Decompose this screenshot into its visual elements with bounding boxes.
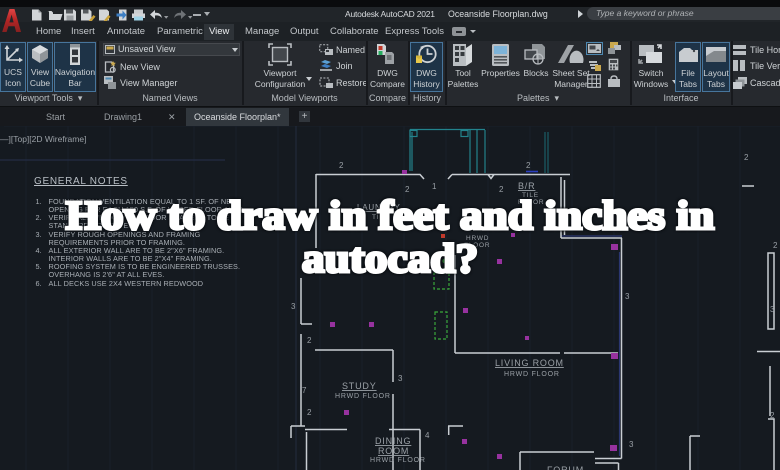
svg-text:3: 3 [398,374,403,383]
svg-text:HRWD FLOOR: HRWD FLOOR [370,457,426,464]
svg-text:B/R: B/R [518,181,535,191]
svg-text:2: 2 [339,161,344,170]
svg-text:STUDY: STUDY [342,381,377,391]
svg-text:3: 3 [629,440,634,449]
svg-text:2: 2 [307,336,312,345]
svg-text:7: 7 [302,386,307,395]
svg-text:3: 3 [625,292,630,301]
svg-text:LIVING ROOM: LIVING ROOM [495,358,564,368]
svg-text:2: 2 [307,408,312,417]
svg-text:FORUM: FORUM [547,465,584,470]
svg-text:4: 4 [425,431,430,440]
svg-text:2: 2 [770,411,775,420]
svg-text:2: 2 [526,161,531,170]
svg-text:3: 3 [291,302,296,311]
svg-text:3: 3 [770,305,775,314]
svg-text:ROOM: ROOM [378,446,409,456]
svg-text:2: 2 [744,153,749,162]
svg-text:HRWD FLOOR: HRWD FLOOR [504,371,560,378]
svg-text:DINING: DINING [375,436,411,446]
svg-text:HRWD FLOOR: HRWD FLOOR [335,393,391,400]
